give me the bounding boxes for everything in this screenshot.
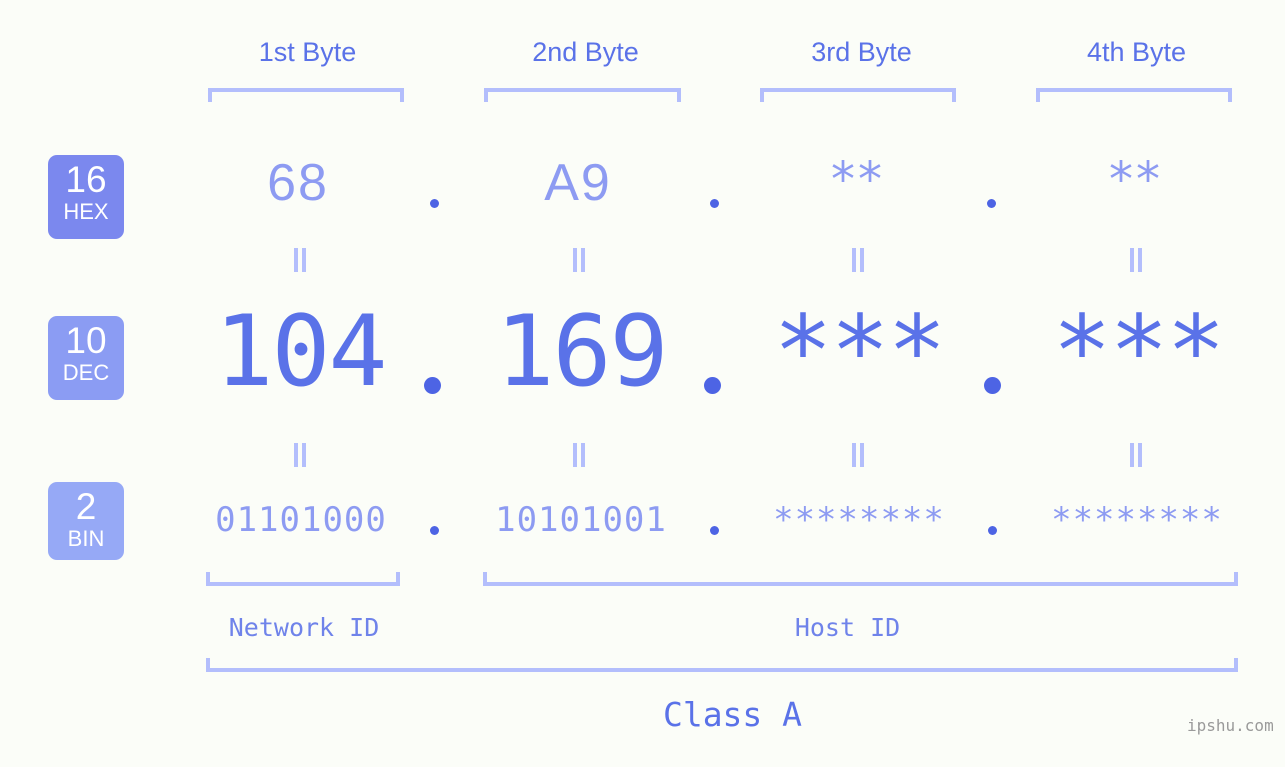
byte-bracket-4 [1036, 88, 1232, 102]
bin-byte-4-value: ******** [1051, 500, 1223, 540]
equals-mark-dec-bin-2 [571, 443, 587, 467]
network-id-label: Network ID [228, 613, 380, 642]
hex-dot-separator-2 [710, 199, 719, 208]
hex-byte-1-value: 68 [267, 154, 329, 212]
dec-byte-2-value: 169 [495, 295, 668, 409]
network-id-bracket [206, 572, 400, 586]
radix-badge-dec-number: 10 [65, 320, 107, 361]
hex-byte-4-value: ** [1109, 152, 1163, 208]
dec-byte-1-value: 104 [214, 295, 387, 409]
radix-badge-dec: 10 DEC [48, 316, 124, 400]
byte-bracket-2 [484, 88, 681, 102]
equals-mark-hex-dec-1 [292, 248, 308, 272]
dec-byte-4-value: *** [1052, 295, 1225, 409]
hex-byte-3-value: ** [831, 152, 885, 208]
byte-bracket-3 [760, 88, 956, 102]
equals-mark-hex-dec-2 [571, 248, 587, 272]
equals-mark-dec-bin-4 [1128, 443, 1144, 467]
radix-badge-bin-label: BIN [67, 526, 105, 551]
bin-byte-2-value: 10101001 [495, 500, 667, 540]
bin-byte-3-value: ******** [773, 500, 945, 540]
dec-byte-3-value: *** [773, 295, 946, 409]
bin-dot-separator-3 [988, 526, 997, 535]
class-bracket [206, 658, 1238, 672]
byte-header-3: 3rd Byte [811, 37, 912, 67]
byte-header-1: 1st Byte [258, 37, 357, 67]
dec-dot-separator-1 [424, 377, 441, 394]
dec-dot-separator-2 [704, 377, 721, 394]
watermark: ipshu.com [1187, 716, 1274, 735]
hex-dot-separator-1 [430, 199, 439, 208]
byte-header-2: 2nd Byte [532, 37, 639, 67]
host-id-bracket [483, 572, 1238, 586]
bin-dot-separator-2 [710, 526, 719, 535]
ip-byte-breakdown-diagram: 1st Byte 2nd Byte 3rd Byte 4th Byte 16 H… [0, 0, 1285, 767]
byte-header-4: 4th Byte [1086, 37, 1187, 67]
hex-dot-separator-3 [987, 199, 996, 208]
hex-byte-2-value: A9 [544, 154, 612, 212]
bin-byte-1-value: 01101000 [215, 500, 387, 540]
radix-badge-hex: 16 HEX [48, 155, 124, 239]
equals-mark-dec-bin-1 [292, 443, 308, 467]
equals-mark-hex-dec-4 [1128, 248, 1144, 272]
radix-badge-hex-label: HEX [63, 199, 109, 224]
dec-dot-separator-3 [984, 377, 1001, 394]
equals-mark-hex-dec-3 [850, 248, 866, 272]
radix-badge-dec-label: DEC [62, 360, 110, 385]
equals-mark-dec-bin-3 [850, 443, 866, 467]
radix-badge-bin: 2 BIN [48, 482, 124, 560]
bin-dot-separator-1 [430, 526, 439, 535]
host-id-label: Host ID [794, 613, 901, 642]
radix-badge-bin-number: 2 [75, 486, 97, 527]
radix-badge-hex-number: 16 [65, 159, 107, 200]
byte-bracket-1 [208, 88, 404, 102]
class-label: Class A [662, 695, 803, 734]
